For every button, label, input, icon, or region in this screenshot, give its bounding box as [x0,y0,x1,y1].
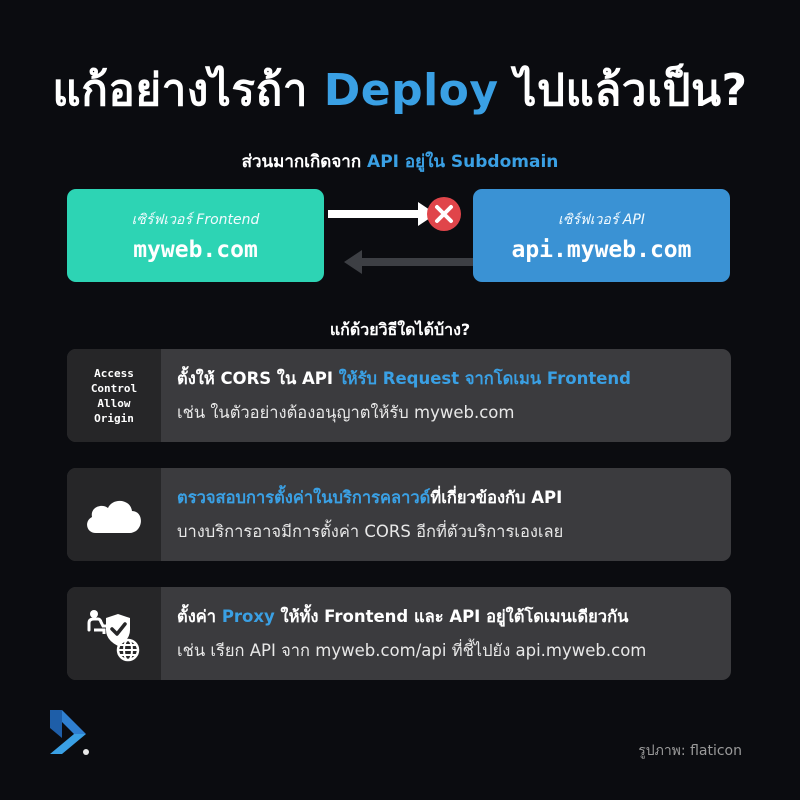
title-prefix: แก้อย่างไรถ้า [52,65,324,116]
request-arrows [328,197,476,274]
subtitle-prefix: ส่วนมากเกิดจาก [241,152,368,172]
solution-2-heading: ตรวจสอบการตั้งค่าในบริการคลาวด์ที่เกี่ยว… [177,485,563,511]
solution-3-heading-accent: Proxy [221,606,275,626]
solution-2-heading-accent: ตรวจสอบการตั้งค่าในบริการคลาวด์ [177,487,431,507]
solution-3-heading-a: ตั้งค่า [177,606,222,626]
solution-1-heading-a: ตั้งให้ CORS ใน API [177,368,339,388]
subtitle-accent: API อยู่ใน Subdomain [367,152,559,172]
page-title: แก้อย่างไรถ้า Deploy ไปแล้วเป็น? [0,55,800,125]
access-control-text: Access Control Allow Origin [90,366,138,425]
solution-3-detail: เช่น เรียก API จาก myweb.com/api ที่ชี้ไ… [177,640,647,660]
frontend-server-box: เซิร์ฟเวอร์ Frontend myweb.com [67,189,324,282]
proxy-icon [87,609,140,661]
solution-1-heading: ตั้งให้ CORS ใน API ให้รับ Request จากโด… [177,366,631,392]
solution-3-heading: ตั้งค่า Proxy ให้ทั้ง Frontend และ API อ… [177,604,646,630]
solution-2-detail: บางบริการอาจมีการตั้งค่า CORS อีกที่ตัวบ… [177,521,564,541]
api-server-box: เซิร์ฟเวอร์ API api.myweb.com [473,189,730,282]
solution-card-proxy: ตั้งค่า Proxy ให้ทั้ง Frontend และ API อ… [67,587,731,680]
access-control-allow-origin-icon: Access Control Allow Origin [67,349,161,442]
title-suffix: ไปแล้วเป็น? [498,65,748,116]
cloud-icon [87,500,141,533]
response-arrow-left [344,250,476,274]
solutions-question: แก้ด้วยวิธีใดได้บ้าง? [329,320,471,339]
solution-card-cloud: ตรวจสอบการตั้งค่าในบริการคลาวด์ที่เกี่ยว… [67,468,731,561]
frontend-server-host: myweb.com [133,236,258,263]
frontend-server-caption: เซิร์ฟเวอร์ Frontend [131,211,260,228]
error-x-icon [427,197,461,231]
solution-card-cors: Access Control Allow Origin ตั้งให้ CORS… [67,349,731,442]
api-server-host: api.myweb.com [511,236,692,263]
subtitle: ส่วนมากเกิดจาก API อยู่ใน Subdomain [0,148,800,175]
request-arrow-right [328,202,436,226]
solution-1-detail: เช่น ในตัวอย่างต้องอนุญาตให้รับ myweb.co… [177,402,515,422]
image-credit: รูปภาพ: flaticon [638,743,742,759]
solution-2-heading-b: ที่เกี่ยวข้องกับ API [430,487,563,507]
api-server-caption: เซิร์ฟเวอร์ API [558,211,645,228]
solution-3-heading-b: ให้ทั้ง Frontend และ API อยู่ใต้โดเมนเดี… [274,606,629,626]
brand-logo-icon [50,710,89,755]
title-accent: Deploy [323,65,499,116]
solution-1-heading-accent: ให้รับ Request จากโดเมน Frontend [338,368,631,388]
